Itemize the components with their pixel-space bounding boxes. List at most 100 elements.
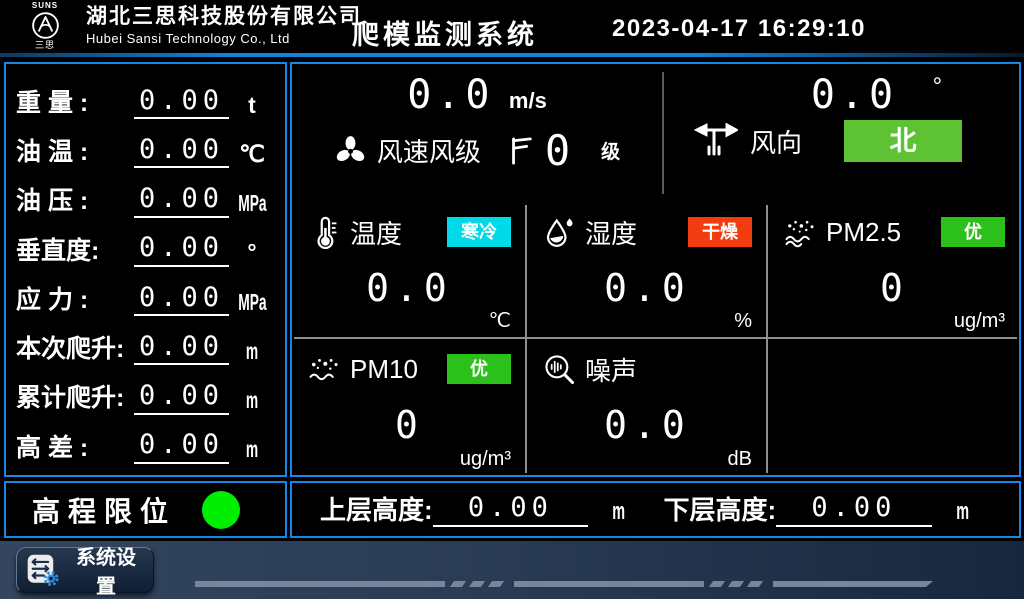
- company-name-cn: 湖北三思科技股份有限公司: [86, 5, 362, 29]
- metric-row-verticality: 垂直度: 0.00 °: [16, 223, 275, 267]
- wind-speed-value: 0.0: [407, 72, 494, 118]
- sensor-unit: dB: [728, 448, 752, 471]
- metric-row-stress: 应 力 : 0.00 MPa: [16, 272, 275, 316]
- wind-level-unit: 级: [601, 137, 620, 164]
- sensor-value: 0: [308, 403, 511, 447]
- metric-label: 油 压 :: [16, 186, 134, 217]
- metric-value: 0.00: [134, 134, 229, 168]
- temperature-status-badge: 寒冷: [447, 217, 511, 247]
- sensor-cell-pm25: PM2.5 优 0 ug/m³: [768, 202, 1019, 337]
- pm25-status-badge: 优: [941, 217, 1005, 247]
- settings-icon: [26, 553, 60, 587]
- sensor-label: PM10: [350, 354, 418, 385]
- upper-height-value: 0.00: [433, 492, 588, 526]
- header-divider-line: [0, 53, 1024, 57]
- metric-row-current-climb: 本次爬升: 0.00 m: [16, 321, 275, 365]
- environment-panel: 0.0 m/s 风速风级: [290, 62, 1021, 477]
- elevation-limit-panel: 高程限位: [4, 481, 287, 538]
- sensor-label: 温度: [350, 214, 402, 251]
- elevation-limit-status-lamp: [202, 491, 240, 529]
- metric-unit: MPa: [238, 289, 266, 317]
- wind-speed-label: 风速风级: [377, 132, 481, 169]
- metric-row-oil-temp: 油 温 : 0.00 ℃: [16, 124, 275, 168]
- lower-height-unit: m: [956, 498, 969, 527]
- pm10-icon: [308, 353, 341, 386]
- wind-direction-unit: °: [933, 73, 943, 100]
- metric-value: 0.00: [134, 85, 229, 119]
- metric-unit: °: [229, 239, 275, 267]
- metric-label: 油 温 :: [16, 137, 134, 168]
- company-name-en: Hubei Sansi Technology Co., Ltd: [86, 32, 362, 47]
- sensor-cell-humidity: 湿度 干燥 0.0 %: [527, 202, 766, 337]
- metric-value: 0.00: [134, 331, 229, 365]
- climbing-formwork-monitor-screen: SUNS 三思 湖北三思科技股份有限公司 Hubei Sansi Technol…: [0, 0, 1024, 599]
- wind-vane-icon: [694, 123, 738, 159]
- metric-row-weight: 重 量 : 0.00 t: [16, 75, 275, 119]
- settings-button-label: 系统设置: [68, 541, 144, 599]
- sensor-value: 0.0: [543, 266, 752, 310]
- company-logo: SUNS 三思: [12, 2, 78, 50]
- metric-label: 累计爬升:: [16, 383, 134, 414]
- header: SUNS 三思 湖北三思科技股份有限公司 Hubei Sansi Technol…: [0, 0, 1024, 53]
- metric-row-oil-pressure: 油 压 : 0.00 MPa: [16, 174, 275, 218]
- sensor-value: 0.0: [543, 403, 752, 447]
- metric-value: 0.00: [134, 429, 229, 463]
- metric-unit: m: [238, 436, 266, 464]
- sensor-cell-noise: 噪声 0.0 dB: [527, 339, 766, 475]
- sensor-label: PM2.5: [826, 217, 901, 248]
- sensor-unit: ug/m³: [460, 448, 511, 471]
- decor-stripe: [195, 581, 933, 587]
- metric-unit: ℃: [229, 141, 275, 169]
- noise-icon: [543, 353, 576, 386]
- upper-height-label: 上层高度:: [320, 494, 433, 527]
- metric-value: 0.00: [134, 183, 229, 217]
- metric-row-height-diff: 高 差 : 0.00 m: [16, 420, 275, 464]
- humidity-icon: [543, 216, 576, 249]
- wind-direction-label: 风向: [750, 123, 802, 160]
- pm10-status-badge: 优: [447, 354, 511, 384]
- taskbar: 系统设置: [0, 541, 1024, 599]
- system-settings-button[interactable]: 系统设置: [16, 547, 154, 593]
- logo-suns-text: SUNS: [32, 2, 58, 10]
- metric-unit: m: [238, 387, 266, 415]
- wind-speed-section: 0.0 m/s 风速风级: [292, 64, 662, 200]
- metric-value: 0.00: [134, 282, 229, 316]
- sensor-unit: ℃: [489, 308, 511, 333]
- sensor-unit: ug/m³: [954, 310, 1005, 333]
- sensor-label: 噪声: [585, 351, 637, 388]
- metric-unit: MPa: [238, 190, 266, 218]
- sensor-cell-pm10: PM10 优 0 ug/m³: [292, 339, 525, 475]
- wind-speed-readout: 0.0 m/s: [292, 72, 662, 118]
- wind-level-flag-icon: [507, 135, 535, 167]
- metric-label: 应 力 :: [16, 285, 134, 316]
- pm25-icon: [784, 216, 817, 249]
- sensor-value: 0.0: [308, 266, 511, 310]
- sensor-cell-temperature: 温度 寒冷 0.0 ℃: [292, 202, 525, 337]
- upper-height-group: 上层高度: 0.00 m: [312, 492, 656, 526]
- page-title: 爬模监测系统: [352, 13, 538, 52]
- metric-label: 本次爬升:: [16, 334, 134, 365]
- sensor-value: 0: [784, 266, 1005, 310]
- metric-value: 0.00: [134, 232, 229, 266]
- metric-row-total-climb: 累计爬升: 0.00 m: [16, 371, 275, 415]
- lower-height-group: 下层高度: 0.00 m: [656, 492, 1000, 526]
- metric-label: 重 量 :: [16, 88, 134, 119]
- logo-sansi-text: 三思: [35, 41, 55, 50]
- wind-direction-section: 0.0 ° 风向 北: [664, 64, 1019, 200]
- wind-direction-value: 0.0: [811, 72, 898, 118]
- wind-direction-badge: 北: [844, 120, 962, 162]
- lower-height-value: 0.00: [776, 492, 931, 526]
- datetime-display: 2023-04-17 16:29:10: [612, 15, 866, 43]
- wind-speed-unit: m/s: [509, 88, 547, 113]
- wind-direction-readout: 0.0 °: [664, 72, 1019, 118]
- layer-heights-panel: 上层高度: 0.00 m 下层高度: 0.00 m: [290, 481, 1021, 538]
- company-name: 湖北三思科技股份有限公司 Hubei Sansi Technology Co.,…: [86, 5, 362, 47]
- humidity-status-badge: 干燥: [688, 217, 752, 247]
- metric-unit: t: [229, 92, 275, 120]
- metric-unit: m: [238, 338, 266, 366]
- metrics-panel: 重 量 : 0.00 t 油 温 : 0.00 ℃ 油 压 : 0.00 MPa…: [4, 62, 287, 477]
- sensor-unit: %: [734, 310, 752, 333]
- thermometer-icon: [308, 216, 341, 249]
- elevation-limit-label: 高程限位: [32, 490, 176, 530]
- metric-label: 垂直度:: [16, 236, 134, 267]
